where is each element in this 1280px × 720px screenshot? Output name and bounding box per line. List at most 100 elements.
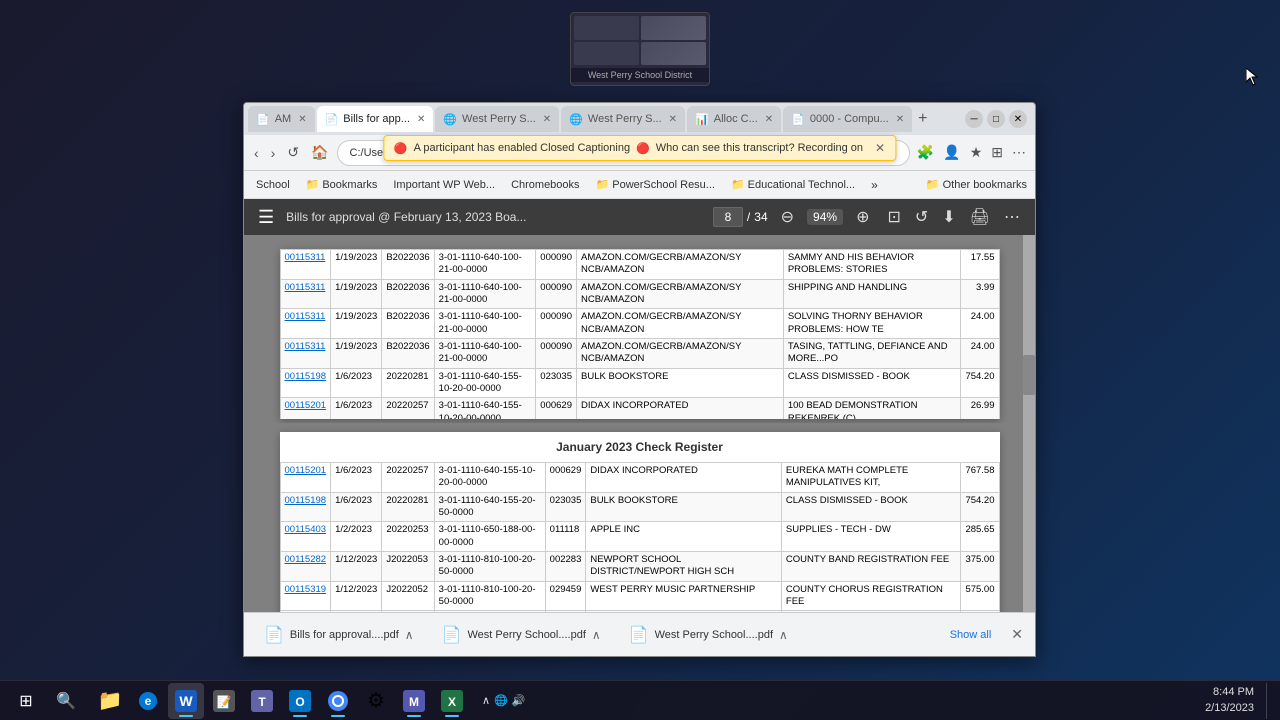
more-button[interactable]: ⋯ xyxy=(1009,142,1029,163)
video-overlay: West Perry School District xyxy=(570,12,710,86)
pdf-page-input[interactable] xyxy=(713,207,743,227)
tray-network[interactable]: 🌐 xyxy=(494,694,508,707)
pdf-zoom-out-button[interactable]: ⊖ xyxy=(776,205,799,229)
profile-button[interactable]: 👤 xyxy=(940,142,963,163)
bookmark-wp-web-label: Important WP Web... xyxy=(393,179,495,191)
pdf-scrollbar[interactable] xyxy=(1023,235,1035,656)
check-link[interactable]: 00115311 xyxy=(285,282,326,293)
check-link[interactable]: 00115201 xyxy=(285,400,327,411)
taskbar-edge[interactable]: e xyxy=(130,683,166,719)
tab-comp-close[interactable]: ✕ xyxy=(896,114,904,125)
home-button[interactable]: 🏠 xyxy=(307,141,332,164)
tab-wp2-close[interactable]: ✕ xyxy=(669,114,677,125)
download-label-1: Bills for approval....pdf xyxy=(290,629,399,641)
pdf-scrollbar-thumb[interactable] xyxy=(1023,355,1035,395)
taskbar-word[interactable]: W xyxy=(168,683,204,719)
check-link[interactable]: 00115198 xyxy=(285,495,327,506)
taskbar-search[interactable]: 🔍 xyxy=(48,683,84,719)
taskbar-settings[interactable]: ⚙ xyxy=(358,683,394,719)
tab-alloc[interactable]: 📊 Alloc C... ✕ xyxy=(687,106,781,132)
tab-am[interactable]: 📄 AM ✕ xyxy=(248,106,315,132)
download-chevron-2[interactable]: ∧ xyxy=(592,628,601,642)
notification-bar: 🔴 A participant has enabled Closed Capti… xyxy=(383,135,896,161)
download-bar-close[interactable]: ✕ xyxy=(1011,626,1023,643)
pdf-right-actions: ⊡ ↺ ⬇ 🖨 ⋯ xyxy=(882,205,1025,229)
svg-text:📝: 📝 xyxy=(217,695,232,709)
bookmark-school[interactable]: School xyxy=(252,177,294,193)
tab-west-perry-1[interactable]: 🌐 West Perry S... ✕ xyxy=(435,106,559,132)
taskbar-pinned-items: 📁 e W 📝 T O ⚙ M X xyxy=(92,683,470,719)
bookmark-ps-icon: 📁 xyxy=(596,178,610,191)
video-cell-2 xyxy=(641,16,706,40)
forward-button[interactable]: › xyxy=(267,142,280,164)
tab-am-close[interactable]: ✕ xyxy=(298,114,306,125)
check-link[interactable]: 00115198 xyxy=(285,371,327,382)
taskbar-notepad[interactable]: 📝 xyxy=(206,683,242,719)
pdf-more-button[interactable]: ⋯ xyxy=(999,205,1025,229)
table-row: 00115311 1/19/2023 B2022036 3-01-1110-64… xyxy=(280,309,999,339)
tab-computer[interactable]: 📄 0000 - Compu... ✕ xyxy=(783,106,912,132)
extensions-button[interactable]: 🧩 xyxy=(914,142,937,163)
bookmark-powerschool[interactable]: 📁 PowerSchool Resu... xyxy=(592,176,719,193)
minimize-button[interactable]: ─ xyxy=(965,110,983,128)
download-item-1[interactable]: 📄 Bills for approval....pdf ∧ xyxy=(256,621,422,649)
close-button[interactable]: ✕ xyxy=(1009,110,1027,128)
new-tab-button[interactable]: + xyxy=(914,110,931,128)
tab-alloc-close[interactable]: ✕ xyxy=(765,114,773,125)
check-link[interactable]: 00115403 xyxy=(285,524,327,535)
tab-west-perry-2[interactable]: 🌐 West Perry S... ✕ xyxy=(561,106,685,132)
taskbar-file-explorer[interactable]: 📁 xyxy=(92,683,128,719)
check-link[interactable]: 00115319 xyxy=(285,584,327,595)
pdf-zoom-in-button[interactable]: ⊕ xyxy=(851,205,874,229)
check-link[interactable]: 00115311 xyxy=(285,341,326,352)
taskbar-clock[interactable]: 8:44 PM 2/13/2023 xyxy=(1205,685,1262,716)
check-link[interactable]: 00115201 xyxy=(285,465,327,476)
notif-separator: 🔴 xyxy=(636,142,650,155)
taskbar-teams2[interactable]: M xyxy=(396,683,432,719)
other-bookmarks[interactable]: 📁 Other bookmarks xyxy=(926,178,1027,191)
bookmarks-chevron[interactable]: » xyxy=(871,178,878,192)
maximize-button[interactable]: □ xyxy=(987,110,1005,128)
taskbar-start[interactable]: ⊞ xyxy=(8,683,44,719)
bookmark-ed-tech[interactable]: 📁 Educational Technol... xyxy=(727,176,859,193)
show-desktop-button[interactable] xyxy=(1266,683,1272,719)
check-link[interactable]: 00115282 xyxy=(285,554,327,565)
tab-alloc-label: Alloc C... xyxy=(714,113,758,125)
check-link[interactable]: 00115311 xyxy=(285,252,326,263)
taskbar-excel[interactable]: X xyxy=(434,683,470,719)
section-title: January 2023 Check Register xyxy=(280,432,1000,462)
window-controls: ─ □ ✕ xyxy=(965,110,1031,128)
tab-bills-close[interactable]: ✕ xyxy=(417,114,425,125)
download-chevron-3[interactable]: ∧ xyxy=(779,628,788,642)
tab-wp2-label: West Perry S... xyxy=(588,113,662,125)
favorites-button[interactable]: ★ xyxy=(967,142,986,163)
taskbar-chrome[interactable] xyxy=(320,683,356,719)
pdf-download-button[interactable]: ⬇ xyxy=(937,205,960,229)
pdf-fit-button[interactable]: ⊡ xyxy=(882,205,905,229)
pdf-menu-button[interactable]: ☰ xyxy=(254,205,278,230)
download-item-3[interactable]: 📄 West Perry School....pdf ∧ xyxy=(621,621,796,649)
download-icon-2: 📄 xyxy=(442,625,462,645)
pdf-print-button[interactable]: 🖨 xyxy=(965,205,995,229)
back-button[interactable]: ‹ xyxy=(250,142,263,164)
pdf-rotate-button[interactable]: ↺ xyxy=(910,205,933,229)
table-row: 00115311 1/19/2023 B2022036 3-01-1110-64… xyxy=(280,279,999,309)
show-all-button[interactable]: Show all xyxy=(950,629,992,641)
download-item-2[interactable]: 📄 West Perry School....pdf ∧ xyxy=(434,621,609,649)
svg-text:M: M xyxy=(409,695,419,709)
taskbar-teams[interactable]: T xyxy=(244,683,280,719)
reload-button[interactable]: ↺ xyxy=(283,141,303,164)
download-chevron-1[interactable]: ∧ xyxy=(405,628,414,642)
tab-bills[interactable]: 📄 Bills for app... ✕ xyxy=(317,106,434,132)
tray-volume[interactable]: 🔊 xyxy=(512,694,526,707)
video-title: West Perry School District xyxy=(571,68,709,82)
bookmark-bookmarks[interactable]: 📁 Bookmarks xyxy=(302,176,382,193)
check-link[interactable]: 00115311 xyxy=(285,311,326,322)
collections-button[interactable]: ⊞ xyxy=(988,142,1006,163)
tab-wp1-close[interactable]: ✕ xyxy=(543,114,551,125)
bookmark-chromebooks[interactable]: Chromebooks xyxy=(507,177,583,193)
taskbar-outlook[interactable]: O xyxy=(282,683,318,719)
tray-chevron[interactable]: ∧ xyxy=(482,694,490,707)
notif-close-button[interactable]: ✕ xyxy=(875,141,885,155)
bookmark-wp-web[interactable]: Important WP Web... xyxy=(389,177,499,193)
